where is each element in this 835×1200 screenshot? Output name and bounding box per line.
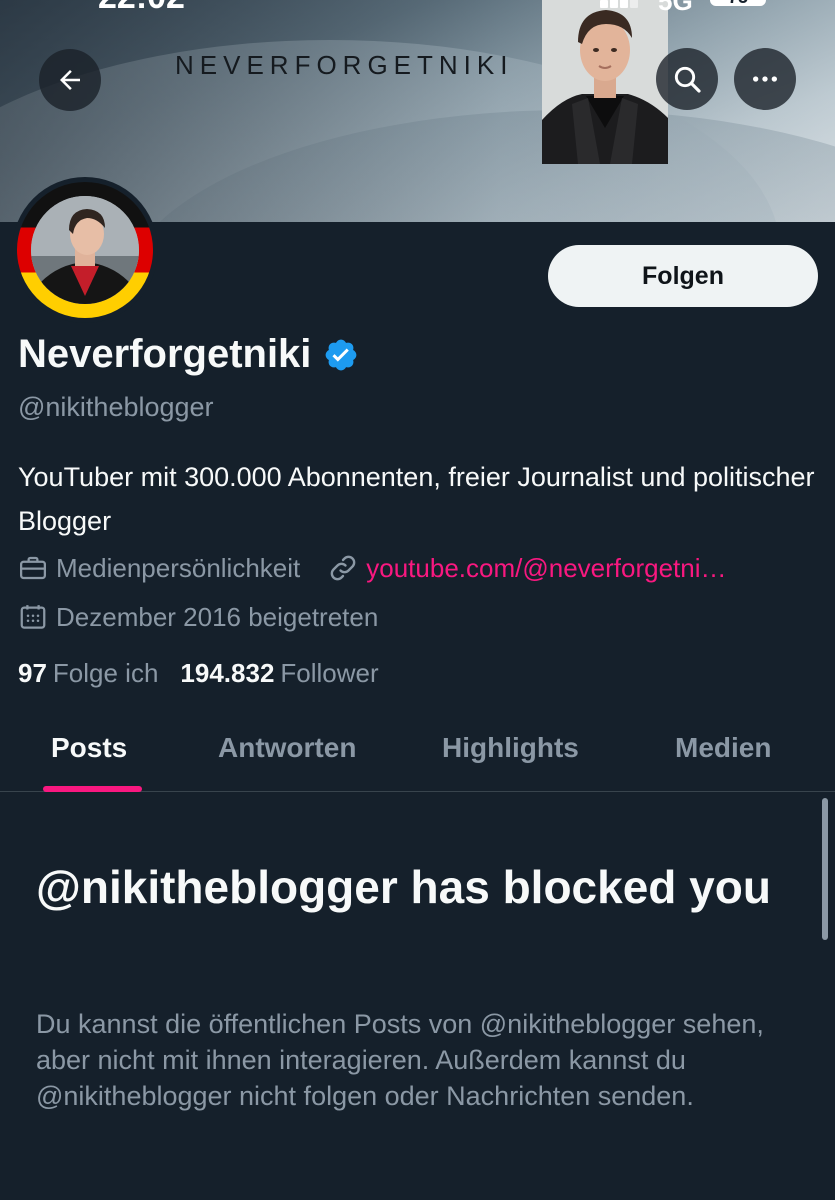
handle: @nikitheblogger <box>18 392 214 422</box>
blocked-title: @nikitheblogger has blocked you <box>36 861 771 913</box>
followers-count: 194.832 <box>180 658 275 688</box>
profile-category: Medienpersönlichkeit <box>56 552 301 583</box>
profile-page: 22:02 5G 75 NEVERFORGETNIKI <box>0 0 835 1200</box>
followers-link[interactable]: 194.832 Follower <box>180 658 378 689</box>
more-options-button[interactable] <box>734 48 796 110</box>
more-horizontal-icon <box>753 76 777 82</box>
signal-icon <box>600 0 640 8</box>
status-time: 22:02 <box>98 0 185 17</box>
calendar-icon <box>20 605 46 629</box>
briefcase-icon <box>20 556 46 580</box>
back-button[interactable] <box>39 49 101 111</box>
follow-button[interactable]: Folgen <box>548 245 818 307</box>
tab-medien[interactable]: Medien <box>675 732 771 764</box>
status-indicators: 5G 75 <box>600 0 770 16</box>
avatar-image <box>31 196 139 304</box>
search-icon <box>674 66 701 93</box>
banner-photo <box>542 0 668 164</box>
avatar-person-image <box>31 196 139 304</box>
tab-antworten[interactable]: Antworten <box>218 732 356 764</box>
battery-icon: 75 <box>710 0 766 7</box>
scrollbar[interactable] <box>822 798 828 940</box>
follow-stats: 97 Folge ich 194.832 Follower <box>18 658 379 689</box>
profile-tabs: Posts Antworten Highlights Medien <box>0 710 835 792</box>
followers-label: Follower <box>280 658 379 688</box>
search-button[interactable] <box>656 48 718 110</box>
profile-meta-row: Medienpersönlichkeit youtube.com/@neverf… <box>18 551 727 585</box>
following-label: Folge ich <box>52 658 159 688</box>
verified-badge-icon[interactable] <box>323 337 359 373</box>
network-label: 5G <box>658 0 693 16</box>
blocked-message: Du kannst die öffentlichen Posts von @ni… <box>36 1009 764 1111</box>
active-tab-indicator <box>43 786 142 792</box>
tab-posts[interactable]: Posts <box>51 732 127 764</box>
following-link[interactable]: 97 Folge ich <box>18 658 158 689</box>
profile-meta-row: Dezember 2016 beigetreten <box>18 600 378 634</box>
banner-person-image <box>542 0 668 164</box>
joined-date: Dezember 2016 beigetreten <box>56 601 379 632</box>
arrow-left-icon <box>60 70 80 90</box>
bio: YouTuber mit 300.000 Abonnenten, freier … <box>18 462 815 536</box>
website-link[interactable]: youtube.com/@neverforgetni… <box>366 553 726 584</box>
avatar-flag-frame <box>17 182 153 318</box>
avatar[interactable] <box>12 177 158 323</box>
display-name-row: Neverforgetniki <box>18 332 359 377</box>
following-count: 97 <box>18 658 47 688</box>
banner-title: NEVERFORGETNIKI <box>175 50 514 80</box>
tab-highlights[interactable]: Highlights <box>442 732 579 764</box>
link-icon <box>330 555 356 581</box>
display-name: Neverforgetniki <box>18 332 312 376</box>
